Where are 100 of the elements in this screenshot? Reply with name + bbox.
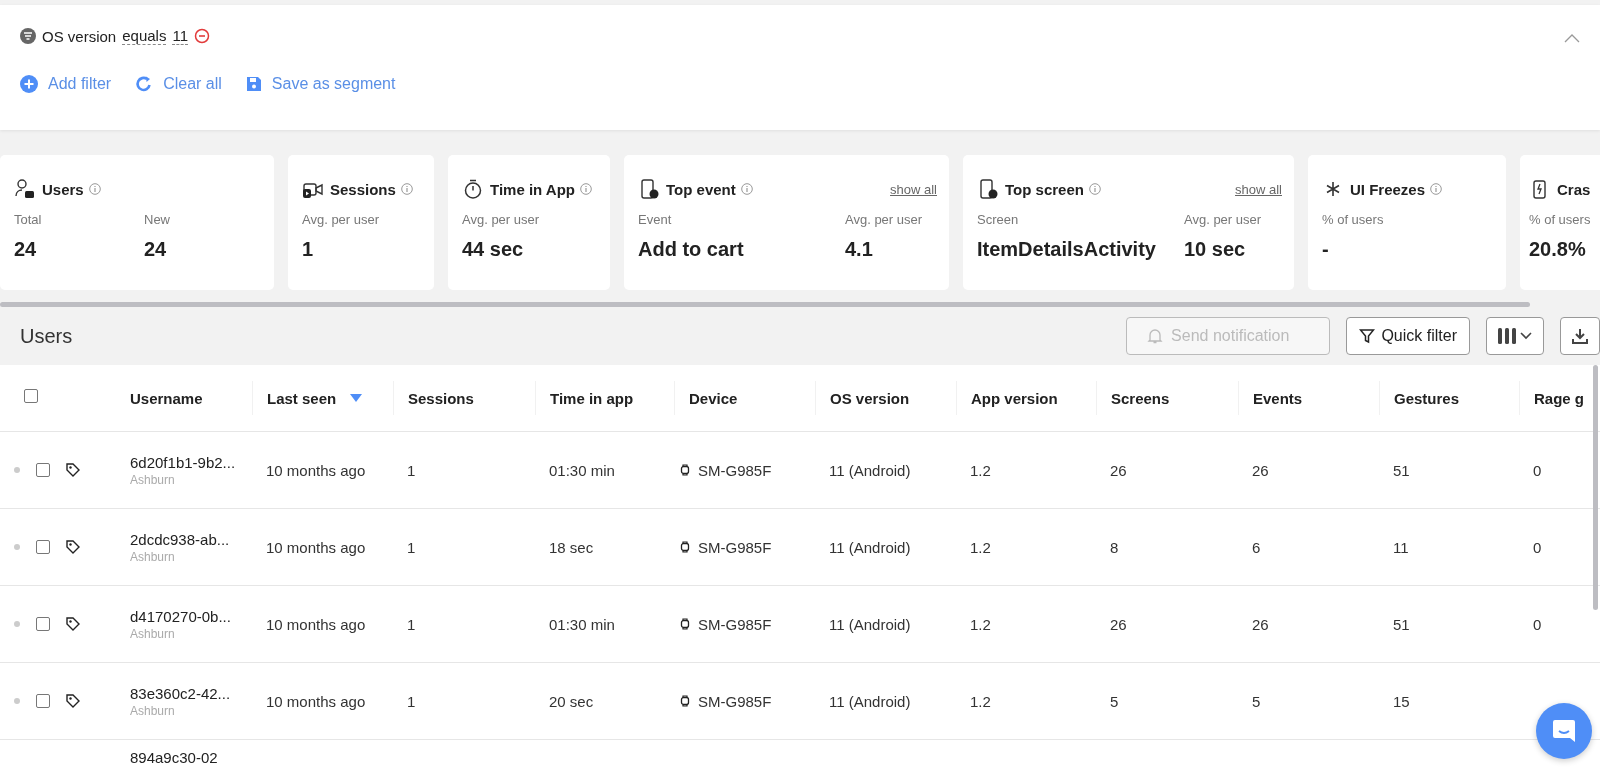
table-cell-text: 51: [1392, 461, 1411, 479]
metric-value: 4.1: [845, 238, 874, 261]
card-title: Users: [42, 180, 84, 198]
card-title: Cras: [1557, 180, 1591, 198]
username[interactable]: 2dcdc938-ab...: [130, 530, 252, 548]
tag-icon[interactable]: [66, 540, 80, 554]
metric-value: 1: [302, 238, 315, 261]
table-cell-text: 11 (Android): [828, 615, 912, 633]
tag-icon[interactable]: [66, 617, 80, 631]
sort-desc-icon[interactable]: [350, 394, 363, 402]
bell-icon: [1147, 328, 1164, 344]
filter-value[interactable]: 11: [172, 27, 188, 45]
metric-label: % of users: [1322, 212, 1384, 227]
select-all-checkbox[interactable]: [24, 389, 38, 403]
user-location: Ashburn: [130, 472, 176, 487]
user-location: Ashburn: [130, 703, 176, 718]
info-icon[interactable]: [740, 183, 753, 195]
column-header[interactable]: Events: [1238, 381, 1379, 415]
table-cell-text: 01:30 min: [548, 461, 616, 479]
metric-label: Avg. per user: [1184, 212, 1262, 227]
watch-icon: [680, 618, 690, 630]
collapse-icon[interactable]: [1564, 33, 1580, 43]
column-header[interactable]: Screens: [1096, 381, 1238, 415]
watch-icon: [680, 464, 690, 476]
column-header[interactable]: Username: [120, 381, 252, 415]
table-cell-text: 15: [1392, 692, 1411, 710]
user-icon: [14, 178, 36, 200]
table-cell-text: 18 sec: [548, 538, 595, 556]
table-cell-text: 26: [1109, 461, 1128, 479]
column-header[interactable]: Sessions: [393, 381, 535, 415]
vertical-scrollbar[interactable]: [1593, 365, 1598, 610]
column-header[interactable]: OS version: [815, 381, 956, 415]
columns-button[interactable]: [1486, 317, 1544, 355]
table-cell-text: 6: [1251, 538, 1262, 556]
card-title: Sessions: [330, 180, 396, 198]
row-checkbox[interactable]: [36, 540, 50, 554]
table-cell-text: 26: [1109, 615, 1128, 633]
column-header[interactable]: App version: [956, 381, 1096, 415]
metric-value: ItemDetailsActivity: [977, 238, 1157, 261]
column-header[interactable]: Gestures: [1379, 381, 1519, 415]
funnel-icon: [1359, 328, 1376, 344]
metric-label: Total: [14, 212, 43, 227]
table-cell-text: 11 (Android): [828, 692, 912, 710]
metric-value: 24: [144, 238, 168, 261]
info-icon[interactable]: [88, 183, 101, 195]
table-cell-text: 1: [406, 692, 417, 710]
row-checkbox[interactable]: [36, 694, 50, 708]
table-cell-text: 10 months ago: [265, 692, 367, 710]
info-icon[interactable]: [1088, 183, 1101, 195]
row-checkbox[interactable]: [36, 463, 50, 477]
show-all-link[interactable]: show all: [1235, 181, 1282, 197]
metric-label: Avg. per user: [845, 212, 923, 227]
table-cell-text: 10 months ago: [265, 538, 367, 556]
metric-label: Screen: [977, 212, 1020, 227]
table-cell: SM-G985F: [698, 461, 772, 479]
column-header[interactable]: Last seen: [252, 381, 393, 415]
user-location: Ashburn: [130, 549, 176, 564]
section-title: Users: [20, 324, 73, 348]
card-title: Top screen: [1005, 180, 1084, 198]
column-header[interactable]: Device: [674, 381, 815, 415]
table-cell-text: 1.2: [969, 461, 992, 479]
filter-operator[interactable]: equals: [122, 27, 167, 45]
column-header[interactable]: Time in app: [535, 381, 674, 415]
info-icon[interactable]: [1430, 183, 1443, 195]
card-title: Top event: [666, 180, 736, 198]
remove-icon[interactable]: [194, 28, 210, 44]
table-cell: SM-G985F: [698, 615, 772, 633]
username[interactable]: 6d20f1b1-9b2...: [130, 453, 252, 471]
username[interactable]: 894a9c30-02: [130, 749, 252, 766]
refresh-icon: [135, 75, 154, 93]
table-cell-text: 1.2: [969, 538, 992, 556]
watch-icon: [680, 695, 690, 707]
tag-icon[interactable]: [66, 694, 80, 708]
metric-value: 10 sec: [1184, 238, 1247, 261]
row-checkbox[interactable]: [36, 617, 50, 631]
info-icon[interactable]: [400, 183, 413, 195]
table-cell-text: 1: [406, 538, 417, 556]
metric-value: Add to cart: [638, 238, 745, 261]
username[interactable]: d4170270-0b...: [130, 607, 252, 625]
status-dot: [14, 621, 20, 627]
info-icon[interactable]: [580, 183, 592, 195]
table-cell-text: 26: [1251, 461, 1270, 479]
watch-icon: [680, 541, 690, 553]
stopwatch-icon: [462, 178, 484, 200]
table-cell-text: 11 (Android): [828, 461, 912, 479]
username[interactable]: 83e360c2-42...: [130, 684, 252, 702]
download-button[interactable]: [1560, 317, 1600, 355]
table-cell-text: 10 months ago: [265, 461, 367, 479]
show-all-link[interactable]: show all: [890, 181, 937, 197]
table-cell-text: 0: [1532, 461, 1543, 479]
filter-button[interactable]: Quick filter: [1346, 317, 1470, 355]
tag-icon[interactable]: [66, 463, 80, 477]
metric-label: % of users: [1529, 212, 1591, 227]
filter-field: OS version: [42, 27, 117, 45]
card-title: Time in App: [490, 180, 575, 198]
table-cell-text: 10 months ago: [265, 615, 367, 633]
horizontal-scrollbar[interactable]: [0, 302, 1530, 307]
table-cell-text: 26: [1251, 615, 1270, 633]
table-cell-text: 1.2: [969, 615, 992, 633]
table-cell-text: 5: [1251, 692, 1262, 710]
